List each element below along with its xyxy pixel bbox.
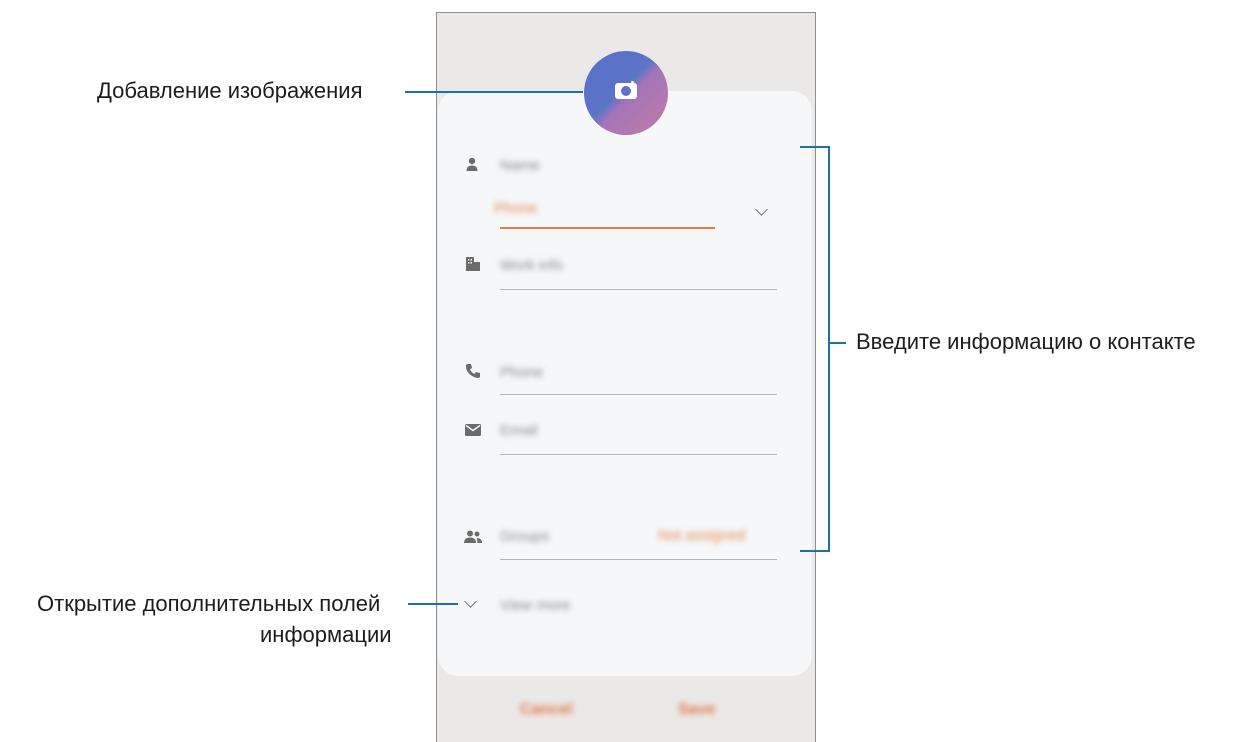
organisation-underline <box>500 289 777 290</box>
contact-form-card <box>438 91 812 676</box>
callout-add-image: Добавление изображения <box>97 78 363 103</box>
email-field[interactable]: Email <box>500 422 538 439</box>
organisation-field[interactable]: Work info <box>500 257 563 274</box>
name-field-underline <box>500 227 715 229</box>
callout-contact-info: Введите информацию о контакте <box>856 329 1196 354</box>
groups-value[interactable]: Not assigned <box>658 527 746 544</box>
save-button[interactable]: Save <box>678 701 715 719</box>
view-more-button[interactable]: View more <box>500 597 571 614</box>
phone-field[interactable]: Phone <box>500 364 543 381</box>
callout-bracket-contact-info <box>800 146 830 552</box>
envelope-icon <box>465 424 481 439</box>
name-field[interactable]: Name <box>500 157 540 174</box>
callout-more-fields-line1: Открытие дополнительных полей <box>37 591 381 616</box>
camera-icon <box>615 81 637 99</box>
building-icon <box>466 257 480 274</box>
groups-label[interactable]: Groups <box>500 528 549 545</box>
phone-icon <box>465 363 481 382</box>
email-underline <box>500 454 777 455</box>
callout-line-add-image <box>405 91 583 93</box>
callout-line-contact-info <box>830 342 846 344</box>
person-icon <box>466 157 478 176</box>
groups-underline <box>500 559 777 560</box>
cancel-button[interactable]: Cancel <box>520 701 572 719</box>
add-image-button[interactable] <box>584 51 668 135</box>
people-icon <box>464 530 482 547</box>
phone-underline <box>500 394 777 395</box>
callout-more-fields-line2: информации <box>260 622 392 647</box>
storage-selector[interactable]: Phone <box>494 200 537 217</box>
callout-line-more-fields <box>408 603 458 605</box>
